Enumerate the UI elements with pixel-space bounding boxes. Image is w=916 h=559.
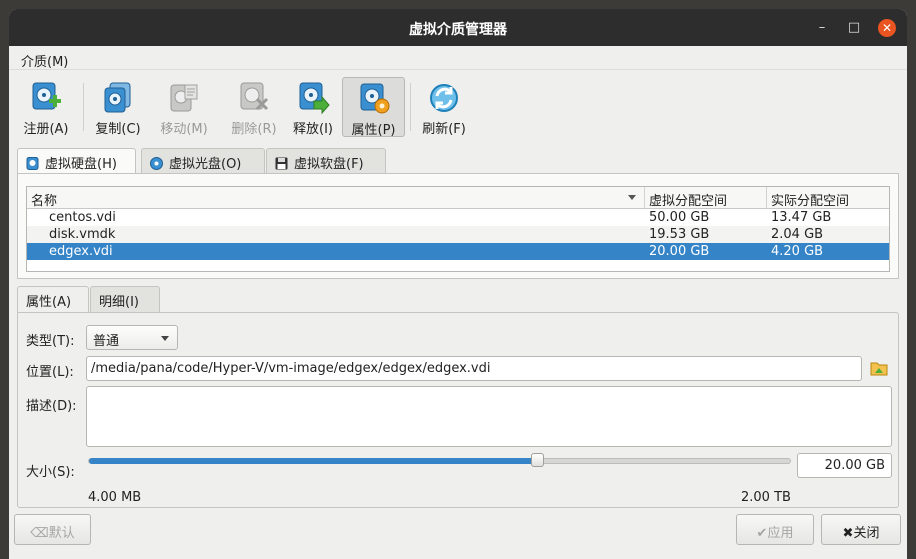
remove-label: 删除(R) — [231, 122, 277, 137]
column-header-virtual-size[interactable]: 虚拟分配空间 — [645, 187, 767, 209]
type-label: 类型(T): — [26, 334, 75, 349]
refresh-icon — [430, 84, 458, 112]
maximize-button[interactable]: □ — [845, 19, 863, 37]
size-min-label: 4.00 MB — [88, 490, 142, 505]
tab-optical-disks[interactable]: 虚拟光盘(O) — [141, 148, 265, 174]
close-window-button[interactable]: ✕ — [878, 19, 896, 37]
table-row-selected[interactable]: edgex.vdi 20.00 GB 4.20 GB — [27, 243, 889, 260]
tab-floppy-disks-label: 虚拟软盘(F) — [294, 157, 364, 172]
size-slider-fill — [89, 458, 539, 464]
row-actual-size: 4.20 GB — [771, 244, 824, 259]
title-bar: 虚拟介质管理器 – □ ✕ — [9, 9, 907, 46]
row-virtual-size: 20.00 GB — [649, 244, 710, 259]
remove-button[interactable]: 删除(R) — [221, 77, 287, 137]
table-row[interactable]: disk.vmdk 19.53 GB 2.04 GB — [27, 226, 889, 243]
column-header-name[interactable]: 名称 — [27, 187, 645, 209]
media-list-panel: 名称 虚拟分配空间 实际分配空间 centos.vdi 50.00 GB 13.… — [17, 173, 899, 279]
row-name: centos.vdi — [49, 210, 116, 225]
toolbar-separator — [410, 83, 411, 131]
register-button[interactable]: 注册(A) — [13, 77, 79, 137]
location-field[interactable]: /media/pana/code/Hyper-V/vm-image/edgex/… — [86, 356, 862, 381]
toolbar-separator — [83, 83, 84, 131]
menu-bar: 介质(M) — [9, 46, 907, 70]
column-header-actual-size[interactable]: 实际分配空间 — [767, 187, 891, 209]
media-table: 名称 虚拟分配空间 实际分配空间 centos.vdi 50.00 GB 13.… — [26, 186, 890, 272]
tab-hard-disks[interactable]: 虚拟硬盘(H) — [17, 148, 136, 175]
reset-button[interactable]: ⌫默认 — [14, 514, 91, 545]
close-x-icon: ✖ — [842, 526, 854, 541]
chevron-down-icon — [161, 336, 169, 341]
row-actual-size: 13.47 GB — [771, 210, 832, 225]
refresh-button[interactable]: 刷新(F) — [414, 77, 474, 137]
size-field[interactable]: 20.00 GB — [797, 453, 892, 478]
sort-arrow-icon — [628, 195, 636, 200]
refresh-label: 刷新(F) — [422, 122, 466, 137]
properties-button[interactable]: 属性(P) — [342, 77, 405, 138]
disk-release-icon — [299, 82, 330, 115]
attributes-panel: 类型(T): 普通 位置(L): /media/pana/code/Hyper-… — [17, 312, 899, 508]
table-row[interactable]: centos.vdi 50.00 GB 13.47 GB — [27, 209, 889, 226]
reset-label: 默认 — [48, 526, 75, 541]
apply-button[interactable]: ✔应用 — [736, 514, 814, 545]
row-virtual-size: 50.00 GB — [649, 210, 710, 225]
copy-button[interactable]: 复制(C) — [87, 77, 149, 137]
tab-optical-disks-label: 虚拟光盘(O) — [169, 157, 242, 172]
size-slider-handle[interactable] — [531, 453, 545, 467]
tab-information[interactable]: 明细(I) — [90, 286, 160, 312]
row-name: edgex.vdi — [49, 244, 113, 259]
hard-disk-icon — [26, 157, 39, 170]
properties-label: 属性(P) — [351, 123, 396, 138]
checkmark-icon: ✔ — [756, 526, 768, 541]
minimize-button[interactable]: – — [813, 19, 831, 37]
toolbar: 注册(A) 复制(C) 移动(M) 删除(R) 释放(I) 属性(P) 刷新(F… — [9, 73, 907, 145]
register-label: 注册(A) — [23, 122, 69, 137]
description-label: 描述(D): — [26, 399, 77, 414]
column-header-name-label: 名称 — [31, 194, 58, 209]
backspace-icon: ⌫ — [30, 526, 49, 541]
tab-floppy-disks[interactable]: 虚拟软盘(F) — [266, 148, 386, 174]
close-label: 关闭 — [853, 526, 880, 541]
type-select[interactable]: 普通 — [86, 325, 178, 350]
size-slider[interactable] — [88, 458, 791, 464]
type-select-value: 普通 — [93, 334, 120, 349]
location-label: 位置(L): — [26, 365, 74, 380]
floppy-disk-icon — [275, 157, 288, 170]
disk-add-icon — [32, 82, 61, 110]
apply-label: 应用 — [767, 526, 794, 541]
move-button[interactable]: 移动(M) — [153, 77, 215, 137]
row-actual-size: 2.04 GB — [771, 227, 824, 242]
tab-attributes[interactable]: 属性(A) — [17, 286, 89, 313]
window-title: 虚拟介质管理器 — [409, 22, 507, 38]
size-label: 大小(S): — [26, 465, 75, 480]
disk-copy-icon — [104, 82, 131, 113]
disk-properties-icon — [360, 83, 389, 114]
table-header: 名称 虚拟分配空间 实际分配空间 — [27, 187, 889, 209]
size-max-label: 2.00 TB — [741, 490, 791, 505]
disk-move-icon — [170, 84, 198, 112]
folder-browse-icon[interactable] — [870, 360, 888, 376]
close-button[interactable]: ✖关闭 — [821, 514, 901, 545]
menu-media[interactable]: 介质(M) — [21, 55, 68, 70]
disk-remove-icon — [240, 82, 269, 111]
media-manager-window: 虚拟介质管理器 – □ ✕ 介质(M) 注册(A) 复制(C) 移动(M) 删除… — [9, 9, 907, 559]
release-label: 释放(I) — [293, 122, 333, 137]
row-name: disk.vmdk — [49, 227, 116, 242]
move-label: 移动(M) — [160, 122, 208, 137]
release-button[interactable]: 释放(I) — [285, 77, 341, 137]
tab-hard-disks-label: 虚拟硬盘(H) — [45, 157, 117, 172]
copy-label: 复制(C) — [95, 122, 141, 137]
description-field[interactable] — [86, 386, 892, 447]
optical-disk-icon — [150, 157, 163, 170]
row-virtual-size: 19.53 GB — [649, 227, 710, 242]
